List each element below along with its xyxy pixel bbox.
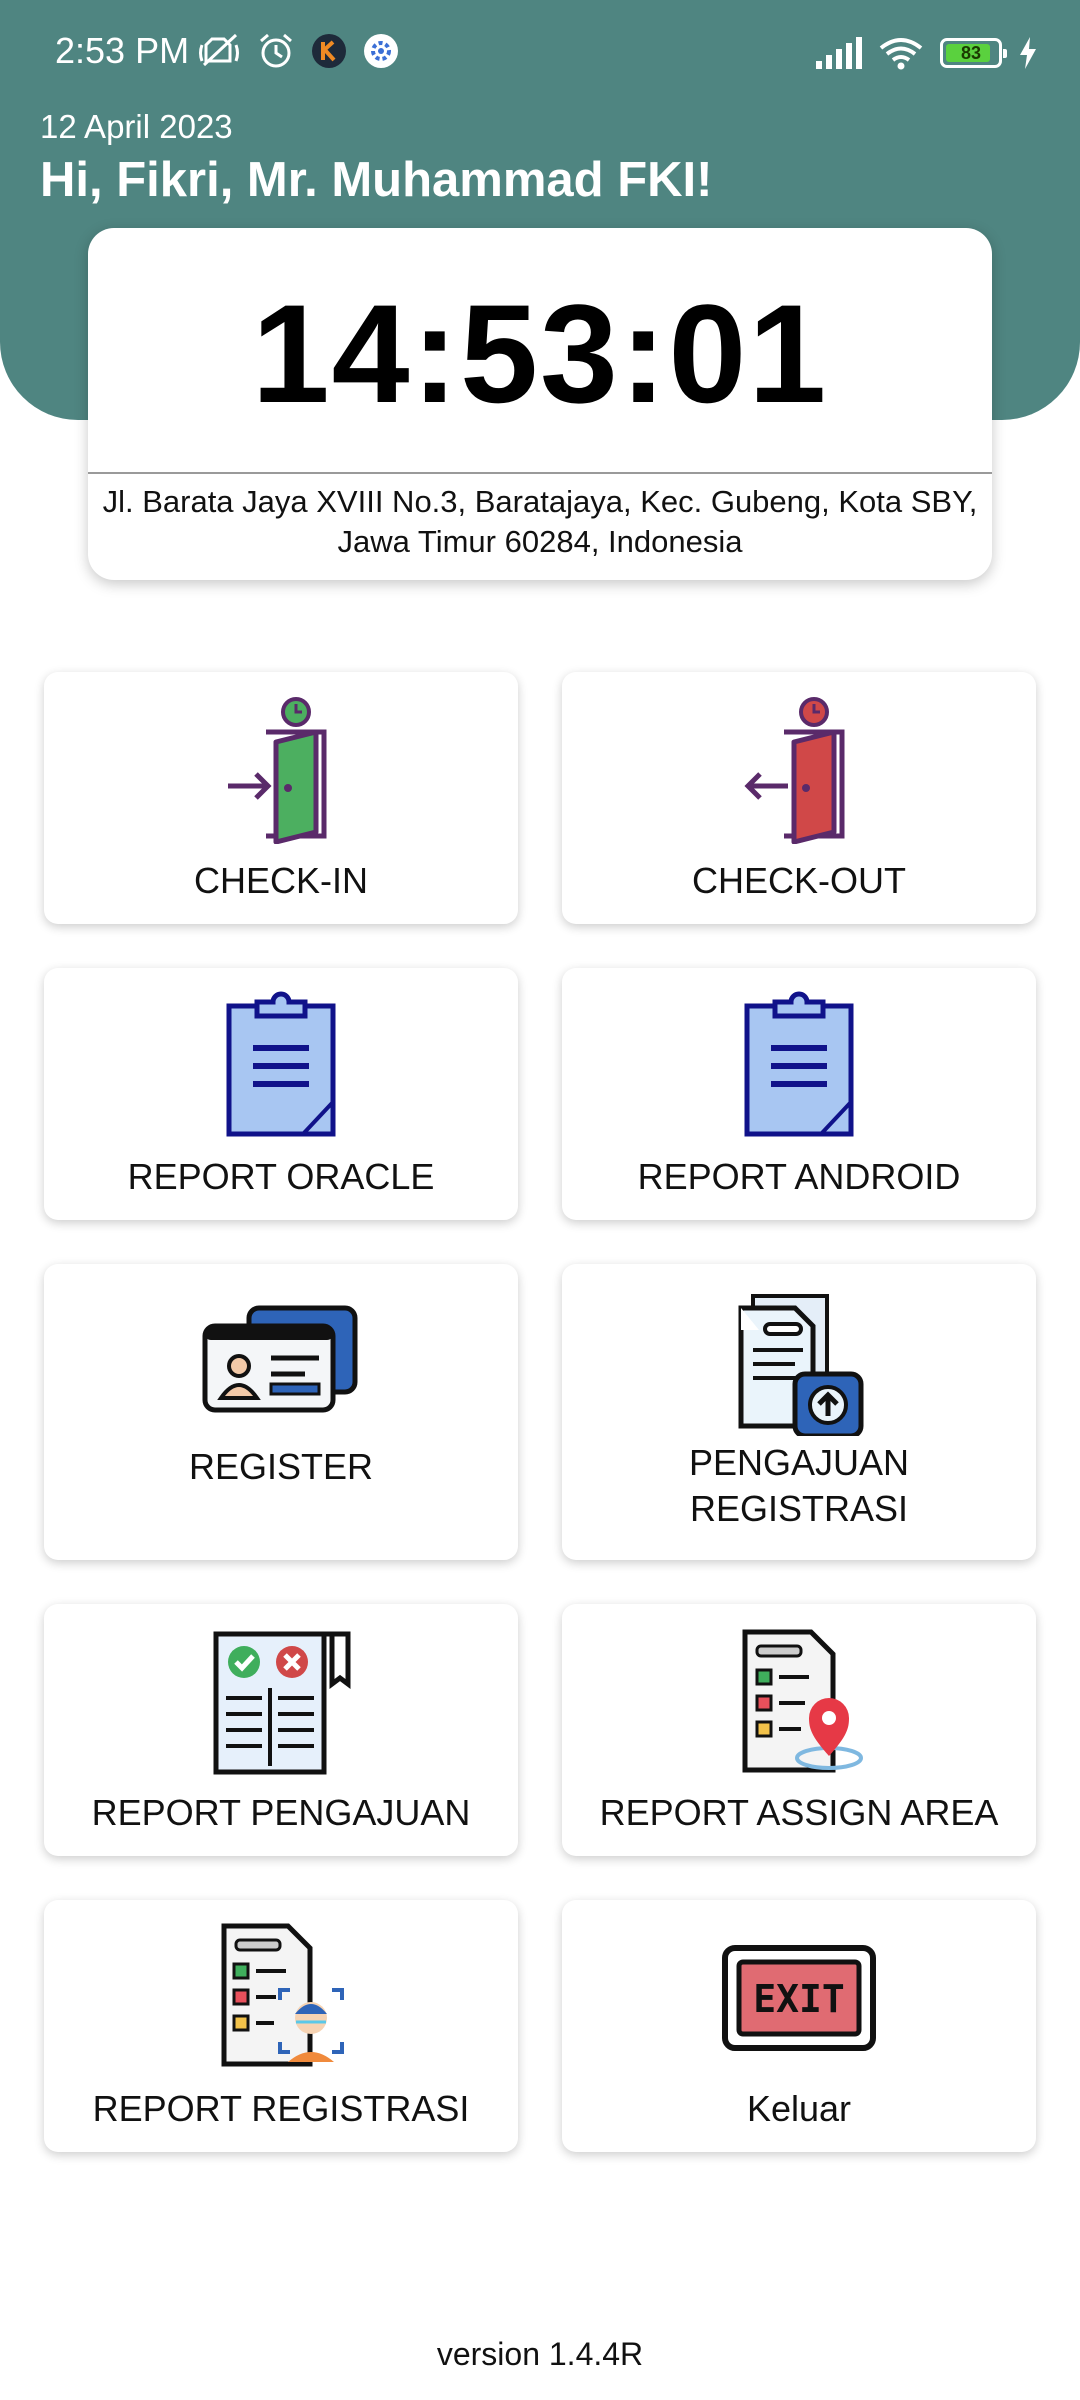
report-pengajuan-button[interactable]: REPORT PENGAJUAN [44,1604,518,1856]
report-oracle-button[interactable]: REPORT ORACLE [44,968,518,1220]
keluar-label: Keluar [746,2088,852,2129]
pengajuan-registrasi-label-line2: REGISTRASI [689,1488,909,1529]
register-button[interactable]: REGISTER [44,1264,518,1560]
clock-card: 14:53:01 Jl. Barata Jaya XVIII No.3, Bar… [88,228,992,580]
checklist-location-icon [742,1629,863,1773]
greeting-text: Hi, Fikri, Mr. Muhammad FKI! [40,153,713,207]
report-oracle-label: REPORT ORACLE [127,1156,435,1197]
alarm-icon [260,33,292,68]
address-line-1: Jl. Barata Jaya XVIII No.3, Baratajaya, … [102,484,978,519]
report-pengajuan-label: REPORT PENGAJUAN [91,1792,471,1833]
approval-list-icon [213,1631,351,1775]
app-version: version 1.4.4R [436,2336,644,2372]
clock-divider [88,472,992,474]
current-date: 12 April 2023 [40,108,233,145]
charging-icon [1020,37,1036,69]
report-android-label: REPORT ANDROID [637,1156,961,1197]
battery-level: 83 [960,42,982,63]
report-registrasi-label: REPORT REGISTRASI [92,2088,470,2129]
app-gear-icon [364,34,398,68]
clipboard-icon [744,991,854,1137]
check-out-button[interactable]: CHECK-OUT [562,672,1036,924]
report-registrasi-button[interactable]: REPORT REGISTRASI [44,1900,518,2152]
document-upload-icon [738,1294,864,1436]
door-exit-icon [744,697,845,844]
keluar-button[interactable]: EXIT Keluar [562,1900,1036,2152]
pengajuan-registrasi-label-line1: PENGAJUAN [688,1442,910,1483]
report-android-button[interactable]: REPORT ANDROID [562,968,1036,1220]
id-card-icon [202,1305,358,1413]
pengajuan-registrasi-button[interactable]: PENGAJUAN REGISTRASI [562,1264,1036,1560]
report-assign-area-label: REPORT ASSIGN AREA [599,1792,999,1833]
battery-icon: 83 [940,38,1007,68]
report-assign-area-button[interactable]: REPORT ASSIGN AREA [562,1604,1036,1856]
digital-clock: 14:53:01 [251,275,829,432]
face-scan-document-icon [221,1923,344,2067]
status-bar: 2:53 PM 83 [0,0,1080,100]
check-in-button[interactable]: CHECK-IN [44,672,518,924]
door-enter-icon [228,697,327,844]
pengajuan-registrasi-label: PENGAJUAN REGISTRASI [562,1440,1036,1532]
signal-icon [816,37,862,69]
status-time: 2:53 PM [55,30,190,71]
location-address: Jl. Barata Jaya XVIII No.3, Baratajaya, … [88,482,992,562]
wifi-icon [879,38,923,70]
check-in-label: CHECK-IN [193,860,368,901]
clipboard-icon [226,991,336,1137]
mute-icon [199,33,239,67]
app-k-icon [312,34,346,68]
exit-sign-icon: EXIT [722,1945,876,2051]
svg-text:EXIT: EXIT [753,1977,845,2021]
register-label: REGISTER [188,1446,374,1487]
check-out-label: CHECK-OUT [692,860,906,901]
address-line-2: Jawa Timur 60284, Indonesia [337,524,743,559]
